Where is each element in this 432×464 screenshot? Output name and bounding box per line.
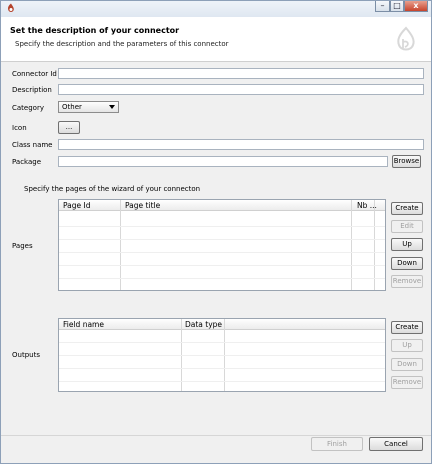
outputs-remove-button[interactable]: Remove [391, 376, 423, 389]
outputs-section-label: Outputs [12, 351, 40, 359]
pages-create-button[interactable]: Create [391, 202, 423, 215]
outputs-create-button[interactable]: Create [391, 321, 423, 334]
pages-section-label: Pages [12, 242, 33, 250]
pages-table-header [59, 200, 385, 211]
page-title: Set the description of your connector [10, 26, 180, 35]
table-row [59, 278, 385, 279]
outputs-table[interactable]: Field name Data type [58, 318, 386, 392]
pages-table[interactable]: Page Id Page title Nb ... [58, 199, 386, 291]
app-icon [8, 3, 14, 12]
table-row [59, 226, 385, 227]
description-label: Description [12, 86, 52, 94]
title-bar [1, 1, 431, 17]
pages-col-page-title[interactable]: Page title [125, 200, 160, 211]
finish-button[interactable]: Finish [311, 437, 363, 451]
pages-col-divider [120, 200, 121, 290]
pages-remove-button[interactable]: Remove [391, 275, 423, 288]
connector-id-field[interactable] [58, 68, 424, 79]
outputs-down-button[interactable]: Down [391, 358, 423, 371]
pages-down-button[interactable]: Down [391, 257, 423, 270]
pages-col-page-id[interactable]: Page Id [63, 200, 91, 211]
outputs-col-data-type[interactable]: Data type [185, 319, 222, 330]
connector-id-label: Connector Id [12, 70, 57, 78]
class-name-field[interactable] [58, 139, 424, 150]
chevron-down-icon [109, 105, 115, 109]
category-value: Other [62, 103, 82, 111]
browse-button[interactable]: Browse [392, 155, 421, 168]
class-name-label: Class name [12, 141, 53, 149]
outputs-up-button[interactable]: Up [391, 339, 423, 352]
table-row [59, 265, 385, 266]
minimize-button[interactable]: – [375, 1, 390, 12]
cancel-button[interactable]: Cancel [369, 437, 423, 451]
pages-col-divider [374, 200, 375, 290]
icon-label: Icon [12, 124, 27, 132]
bonita-logo-icon [397, 26, 415, 51]
package-field[interactable] [58, 156, 388, 167]
category-select[interactable]: Other [58, 101, 119, 113]
outputs-col-field-name[interactable]: Field name [63, 319, 104, 330]
pages-col-divider [351, 200, 352, 290]
footer-bar [1, 435, 431, 463]
package-label: Package [12, 158, 42, 166]
table-row [59, 239, 385, 240]
pages-up-button[interactable]: Up [391, 238, 423, 251]
pages-edit-button[interactable]: Edit [391, 220, 423, 233]
maximize-button[interactable]: □ [390, 1, 404, 12]
table-row [59, 368, 385, 369]
table-row [59, 252, 385, 253]
table-row [59, 355, 385, 356]
table-row [59, 342, 385, 343]
close-button[interactable]: x [404, 1, 428, 12]
category-label: Category [12, 104, 44, 112]
icon-browse-button[interactable]: ... [58, 121, 80, 134]
table-row [59, 381, 385, 382]
page-subtitle: Specify the description and the paramete… [15, 40, 229, 48]
description-field[interactable] [58, 84, 424, 95]
pages-instructions: Specify the pages of the wizard of your … [24, 185, 201, 193]
